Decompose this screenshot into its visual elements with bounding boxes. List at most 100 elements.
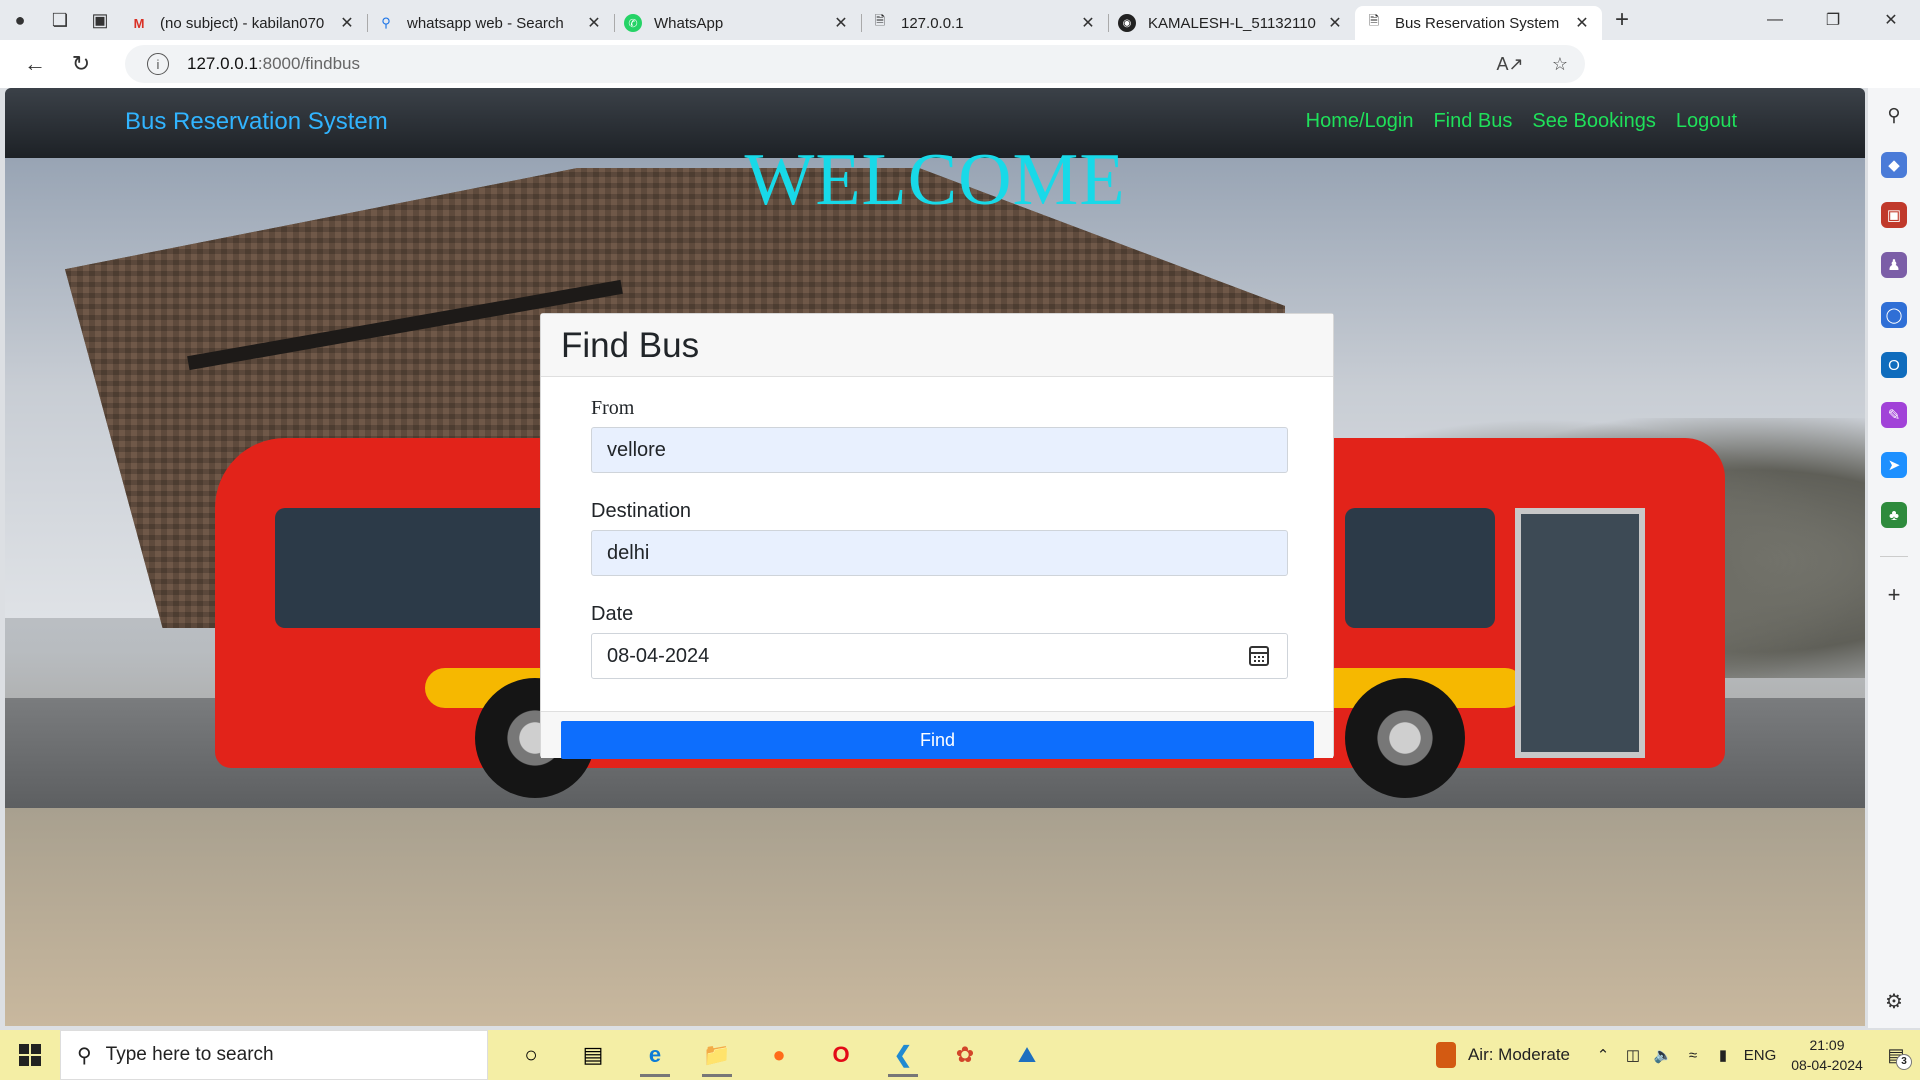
taskbar-search-box[interactable]: ⚲ Type here to search: [60, 1030, 488, 1080]
clock[interactable]: 21:09 08-04-2024: [1782, 1035, 1872, 1075]
page-icon: 🗎: [1368, 13, 1380, 28]
clock-time: 21:09: [1809, 1037, 1845, 1053]
photos-icon[interactable]: ⛰: [996, 1030, 1058, 1080]
bus-window: [275, 508, 555, 628]
from-label: From: [591, 397, 635, 419]
sidebar-divider: [1880, 556, 1908, 557]
nav-logout[interactable]: Logout: [1676, 110, 1737, 133]
close-tab-icon[interactable]: ✕: [337, 13, 357, 33]
card-title: Find Bus: [561, 326, 700, 365]
notification-count-badge: 3: [1896, 1053, 1912, 1070]
shopping-icon[interactable]: ◆: [1881, 152, 1907, 178]
nav-home-login[interactable]: Home/Login: [1306, 110, 1414, 133]
send-icon[interactable]: ➤: [1881, 452, 1907, 478]
search-icon[interactable]: ⚲: [1881, 102, 1907, 128]
paint-icon[interactable]: ✿: [934, 1030, 996, 1080]
start-button[interactable]: [0, 1030, 60, 1080]
calendar-icon[interactable]: [1249, 646, 1269, 666]
from-value: vellore: [607, 438, 666, 461]
close-tab-icon[interactable]: ✕: [1078, 13, 1098, 33]
read-aloud-icon[interactable]: A↗: [1485, 54, 1535, 75]
tab-bing-search[interactable]: ⚲ whatsapp web - Search ✕: [367, 6, 614, 40]
close-window-icon[interactable]: ✕: [1862, 0, 1920, 40]
bus-window: [1345, 508, 1495, 628]
destination-input[interactable]: delhi: [591, 530, 1288, 576]
firefox-icon[interactable]: ●: [748, 1030, 810, 1080]
volume-icon[interactable]: 🔈: [1648, 1046, 1678, 1064]
url-field[interactable]: i 127.0.0.1:8000/findbus A↗ ☆: [125, 45, 1585, 83]
notification-center-icon[interactable]: ▤ 3: [1872, 1045, 1920, 1070]
system-tray: Air: Moderate ⌃ ◫ 🔈 ≈ ▮ ENG 21:09 08-04-…: [1435, 1030, 1920, 1080]
meet-now-icon[interactable]: ◫: [1618, 1046, 1648, 1064]
weather-text: Air: Moderate: [1467, 1045, 1570, 1064]
close-tab-icon[interactable]: ✕: [1572, 13, 1592, 33]
task-view-icon[interactable]: ▤: [562, 1030, 624, 1080]
tree-icon[interactable]: ♣: [1881, 502, 1907, 528]
tools-icon[interactable]: ▣: [1881, 202, 1907, 228]
back-icon[interactable]: ←: [12, 44, 58, 84]
windows-taskbar: ⚲ Type here to search ○ ▤ e 📁 ● O ❮ ✿ ⛰ …: [0, 1030, 1920, 1080]
welcome-heading: WELCOME: [744, 139, 1126, 221]
card-header: Find Bus: [541, 314, 1333, 377]
nav-find-bus[interactable]: Find Bus: [1433, 110, 1512, 133]
search-icon: ⚲: [381, 15, 391, 30]
show-hidden-icons-chevron-up-icon[interactable]: ⌃: [1588, 1046, 1618, 1064]
wifi-icon[interactable]: ≈: [1678, 1047, 1708, 1064]
from-input[interactable]: vellore: [591, 427, 1288, 473]
close-tab-icon[interactable]: ✕: [584, 13, 604, 33]
restore-icon[interactable]: ❐: [1804, 0, 1862, 40]
tab-actions-icon[interactable]: ▣: [80, 0, 120, 40]
add-icon[interactable]: +: [1881, 582, 1907, 608]
profile-icon[interactable]: ●: [0, 0, 40, 40]
site-info-icon[interactable]: i: [147, 53, 169, 75]
bus-door: [1515, 508, 1645, 758]
cortana-icon[interactable]: ○: [500, 1030, 562, 1080]
clock-date: 08-04-2024: [1791, 1057, 1863, 1073]
refresh-icon[interactable]: ↻: [58, 44, 104, 84]
find-bus-form: From vellore Destination delhi Date 08-0…: [541, 377, 1333, 679]
date-input[interactable]: 08-04-2024: [591, 633, 1288, 679]
page-viewport: Bus Reservation System Home/Login Find B…: [5, 88, 1865, 1026]
browser-tab-bar: ● ❏ ▣ M (no subject) - kabilan070 ✕ ⚲ wh…: [0, 0, 1920, 40]
microsoft365-icon[interactable]: ◯: [1881, 302, 1907, 328]
tab-gmail[interactable]: M (no subject) - kabilan070 ✕: [120, 6, 367, 40]
search-icon: ⚲: [77, 1044, 92, 1067]
games-icon[interactable]: ♟: [1881, 252, 1907, 278]
tab-whatsapp[interactable]: ✆ WhatsApp ✕: [614, 6, 861, 40]
new-tab-button[interactable]: +: [1602, 0, 1642, 40]
tab-bus-reservation[interactable]: 🗎 Bus Reservation System ✕: [1355, 6, 1602, 40]
destination-label: Destination: [591, 500, 692, 522]
bus-wheel: [1345, 678, 1465, 798]
destination-value: delhi: [607, 541, 650, 564]
file-explorer-icon[interactable]: 📁: [686, 1030, 748, 1080]
tab-github[interactable]: ◉ KAMALESH-L_51132110 ✕: [1108, 6, 1355, 40]
whatsapp-icon: ✆: [624, 14, 642, 32]
edge-taskbar-icon[interactable]: e: [624, 1030, 686, 1080]
brand-link[interactable]: Bus Reservation System: [125, 108, 388, 136]
opera-icon[interactable]: O: [810, 1030, 872, 1080]
find-bus-card: Find Bus From vellore Destination delhi …: [540, 313, 1334, 759]
minimize-icon[interactable]: —: [1746, 0, 1804, 40]
close-tab-icon[interactable]: ✕: [1325, 13, 1345, 33]
tab-localhost[interactable]: 🗎 127.0.0.1 ✕: [861, 6, 1108, 40]
outlook-icon[interactable]: O: [1881, 352, 1907, 378]
designer-icon[interactable]: ✎: [1881, 402, 1907, 428]
nav-see-bookings[interactable]: See Bookings: [1532, 110, 1655, 133]
workspaces-icon[interactable]: ❏: [40, 0, 80, 40]
vscode-icon[interactable]: ❮: [872, 1030, 934, 1080]
gmail-icon: M: [133, 15, 145, 31]
settings-gear-icon[interactable]: ⚙: [1881, 988, 1907, 1014]
background-pavement: [5, 808, 1865, 1026]
windows-logo-icon: [19, 1044, 41, 1066]
github-icon: ◉: [1118, 14, 1136, 32]
battery-icon[interactable]: ▮: [1708, 1046, 1738, 1064]
page-icon: 🗎: [874, 13, 886, 28]
weather-widget[interactable]: Air: Moderate: [1435, 1042, 1570, 1068]
close-tab-icon[interactable]: ✕: [831, 13, 851, 33]
date-value: 08-04-2024: [607, 644, 710, 667]
favorite-star-icon[interactable]: ☆: [1535, 54, 1585, 75]
language-indicator[interactable]: ENG: [1738, 1047, 1782, 1064]
date-label: Date: [591, 603, 634, 625]
find-button[interactable]: Find: [561, 721, 1314, 759]
taskbar-search-placeholder: Type here to search: [105, 1044, 274, 1065]
